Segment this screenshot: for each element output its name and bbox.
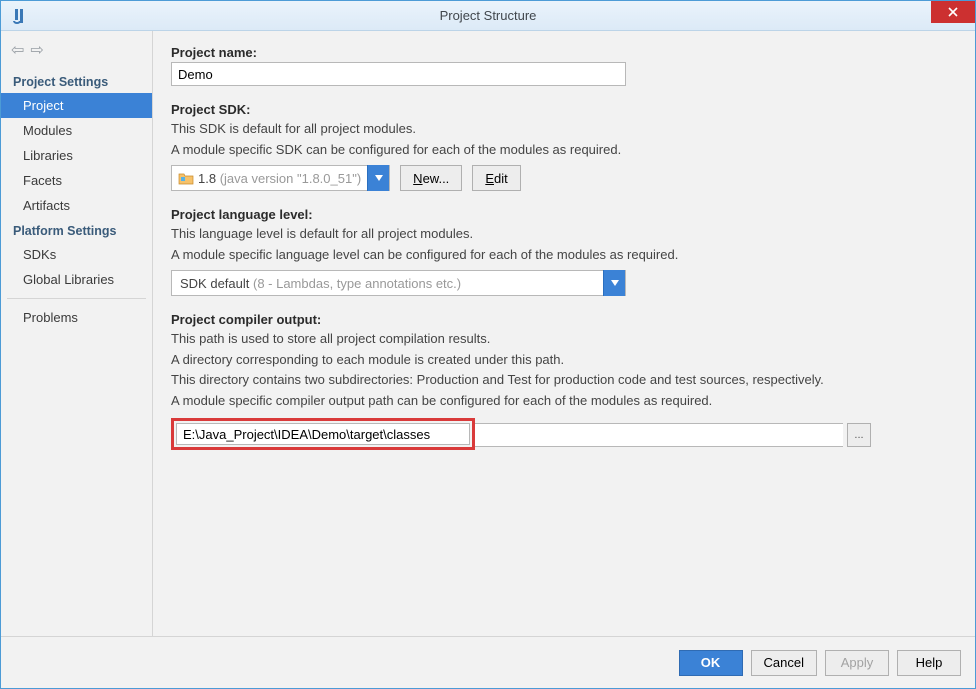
language-level-combo[interactable]: SDK default (8 - Lambdas, type annotatio… xyxy=(171,270,626,296)
compiler-output-help2: A directory corresponding to each module… xyxy=(171,350,957,370)
project-name-input[interactable] xyxy=(171,62,626,86)
app-icon xyxy=(9,8,25,24)
sidebar-item-artifacts[interactable]: Artifacts xyxy=(1,193,152,218)
sidebar-item-facets[interactable]: Facets xyxy=(1,168,152,193)
project-structure-dialog: Project Structure ⇦ ⇨ Project Settings P… xyxy=(0,0,976,689)
chevron-down-icon[interactable] xyxy=(603,270,625,296)
compiler-output-help1: This path is used to store all project c… xyxy=(171,329,957,349)
cancel-button[interactable]: Cancel xyxy=(751,650,817,676)
project-sdk-help1: This SDK is default for all project modu… xyxy=(171,119,957,139)
ok-button[interactable]: OK xyxy=(679,650,743,676)
sidebar-item-libraries[interactable]: Libraries xyxy=(1,143,152,168)
compiler-output-help4: A module specific compiler output path c… xyxy=(171,391,957,411)
compiler-output-input-continuation[interactable] xyxy=(475,423,843,447)
main-panel: Project name: Project SDK: This SDK is d… xyxy=(153,31,975,636)
project-sdk-combo[interactable]: 1.8 (java version "1.8.0_51") xyxy=(171,165,390,191)
project-sdk-help2: A module specific SDK can be configured … xyxy=(171,140,957,160)
compiler-output-input[interactable] xyxy=(176,423,470,445)
language-level-text: SDK default (8 - Lambdas, type annotatio… xyxy=(180,276,597,291)
browse-button[interactable]: ... xyxy=(847,423,871,447)
language-level-help2: A module specific language level can be … xyxy=(171,245,957,265)
lang-combo-gray: (8 - Lambdas, type annotations etc.) xyxy=(249,276,461,291)
compiler-output-help3: This directory contains two subdirectori… xyxy=(171,370,957,390)
titlebar: Project Structure xyxy=(1,1,975,31)
dialog-body: ⇦ ⇨ Project Settings Project Modules Lib… xyxy=(1,31,975,636)
compiler-output-row: ... xyxy=(171,418,871,450)
apply-button: Apply xyxy=(825,650,889,676)
sidebar-item-problems[interactable]: Problems xyxy=(1,305,152,330)
ellipsis-icon: ... xyxy=(854,429,863,441)
platform-settings-header: Platform Settings xyxy=(1,218,152,242)
highlight-box xyxy=(171,418,475,450)
project-sdk-label: Project SDK: xyxy=(171,102,957,117)
sidebar-item-modules[interactable]: Modules xyxy=(1,118,152,143)
nav-history: ⇦ ⇨ xyxy=(1,37,152,69)
new-sdk-button[interactable]: New... xyxy=(400,165,462,191)
window-title: Project Structure xyxy=(1,8,975,23)
lang-combo-main: SDK default xyxy=(180,276,249,291)
project-settings-header: Project Settings xyxy=(1,69,152,93)
button-bar: OK Cancel Apply Help xyxy=(1,636,975,688)
sdk-combo-main: 1.8 xyxy=(198,171,216,186)
sidebar-item-global-libraries[interactable]: Global Libraries xyxy=(1,267,152,292)
help-button[interactable]: Help xyxy=(897,650,961,676)
close-button[interactable] xyxy=(931,1,975,23)
language-level-help1: This language level is default for all p… xyxy=(171,224,957,244)
sidebar-divider xyxy=(7,298,146,299)
language-level-label: Project language level: xyxy=(171,207,957,222)
folder-icon xyxy=(178,171,194,185)
sdk-combo-text: 1.8 (java version "1.8.0_51") xyxy=(198,171,361,186)
sdk-combo-gray: (java version "1.8.0_51") xyxy=(216,171,361,186)
sidebar-item-sdks[interactable]: SDKs xyxy=(1,242,152,267)
project-name-label: Project name: xyxy=(171,45,957,60)
chevron-down-icon[interactable] xyxy=(367,165,389,191)
nav-back-icon[interactable]: ⇦ xyxy=(11,43,24,59)
edit-sdk-button[interactable]: Edit xyxy=(472,165,520,191)
nav-forward-icon[interactable]: ⇨ xyxy=(30,43,43,59)
sidebar: ⇦ ⇨ Project Settings Project Modules Lib… xyxy=(1,31,153,636)
sidebar-item-project[interactable]: Project xyxy=(1,93,152,118)
compiler-output-label: Project compiler output: xyxy=(171,312,957,327)
